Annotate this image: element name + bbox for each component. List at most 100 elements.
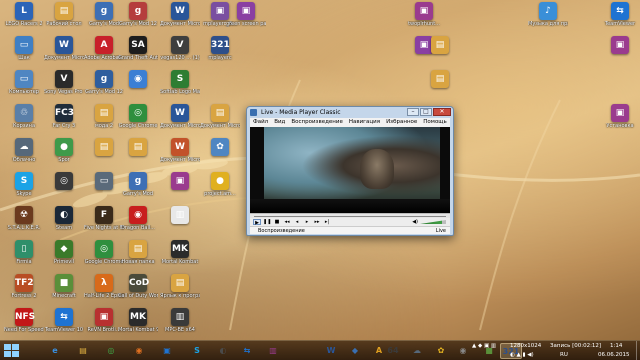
desktop-shortcut[interactable]: WДокумент Microsoft... xyxy=(160,2,200,38)
firefox-icon[interactable]: ◉ xyxy=(128,343,150,359)
speaker-icon[interactable]: ◀) xyxy=(412,219,418,225)
tray-status-icons[interactable]: ◐ ▲ ▮ ◀) xyxy=(510,352,534,358)
desktop-shortcut[interactable]: ▤Документ Microsoft... xyxy=(200,104,240,140)
shortcut-label: Корзина xyxy=(12,123,36,129)
desktop-shortcut[interactable]: ⇆ TeamViewer 10 xyxy=(44,308,84,344)
desktop-shortcut[interactable]: ▤ xyxy=(420,70,460,106)
paint-icon[interactable]: ✿ xyxy=(430,343,452,359)
desktop-shortcut[interactable]: ▣ Установка xyxy=(600,104,640,140)
previous-icon[interactable]: ◂◂ xyxy=(283,219,291,225)
desktop-shortcut[interactable]: MK Mortal Kombat xyxy=(160,240,200,276)
minimize-button[interactable]: – xyxy=(407,108,419,116)
desktop-shortcut[interactable]: ▤ Новая папка xyxy=(118,240,158,276)
chrome-icon[interactable]: ◎ xyxy=(100,343,122,359)
menu-favorites[interactable]: Избранное xyxy=(386,118,417,127)
close-button[interactable]: ✕ xyxy=(433,108,451,116)
desktop-shortcut[interactable]: WДокумент Microsoft... xyxy=(160,104,200,140)
desktop-shortcut[interactable]: ◆ Primevil xyxy=(44,240,84,276)
stalker-icon: ☢ xyxy=(15,206,33,224)
clock-date[interactable]: 06.06.2015 xyxy=(598,352,630,358)
desktop-shortcut[interactable]: ◉ Dragon Ball... xyxy=(118,206,158,242)
steam-icon[interactable]: ◐ xyxy=(212,343,234,359)
forward-icon[interactable]: ▸ xyxy=(303,219,311,225)
desktop-shortcut[interactable]: ✿ xyxy=(200,138,240,174)
winrar-icon[interactable]: ▥ xyxy=(262,343,284,359)
desktop-shortcut[interactable]: ▥ MPC-BE x64 xyxy=(160,308,200,344)
shortcut-label: Google Chrome xyxy=(118,123,158,129)
stop-icon[interactable]: ■ xyxy=(273,219,281,225)
desktop-shortcut[interactable]: ◎ xyxy=(44,172,84,208)
desktop-shortcut[interactable]: ▤ Рабочий стол xyxy=(44,2,84,38)
desktop-shortcut[interactable]: MK Mortal Kombat 9 xyxy=(118,308,158,344)
teamviewer-icon[interactable]: ⇆ xyxy=(236,343,258,359)
desktop-shortcut[interactable]: ◉ xyxy=(118,70,158,106)
desktop-shortcut[interactable]: ▣ twoplrhunt... xyxy=(404,2,444,38)
menu-file[interactable]: Файл xyxy=(253,118,268,127)
desktop-shortcut[interactable]: ● Spor xyxy=(44,138,84,174)
desktop-shortcut[interactable]: ● project.am... xyxy=(200,172,240,208)
clock-time[interactable]: 1:14 xyxy=(610,343,622,349)
play-icon[interactable]: ▶ xyxy=(253,219,261,226)
desktop-shortcut[interactable]: ⇆ TeamViewer xyxy=(600,2,640,38)
language-indicator[interactable]: RU xyxy=(560,352,568,358)
menu-navigate[interactable]: Навигация xyxy=(349,118,380,127)
desktop-shortcut[interactable]: ▤ xyxy=(118,138,158,174)
desktop-shortcut[interactable]: WДокумент Microsoft... xyxy=(44,36,84,72)
desktop-shortcut[interactable]: WДокумент Microsoft... xyxy=(160,138,200,174)
windows-store-icon[interactable]: ▣ xyxy=(156,343,178,359)
desktop-shortcut[interactable]: TF2 Fortress 2 xyxy=(4,274,44,310)
volume-slider[interactable] xyxy=(420,220,446,224)
desktop-shortcut[interactable]: ♲ Корзина xyxy=(4,104,44,140)
desktop-shortcut[interactable]: S Skype xyxy=(4,172,44,208)
seek-bar[interactable] xyxy=(250,213,450,218)
desktop-shortcut[interactable]: FC3 Far Cry 3 xyxy=(44,104,84,140)
desktop-shortcut[interactable]: ▥ xyxy=(160,206,200,242)
video-area[interactable] xyxy=(250,127,450,213)
desktop-shortcut[interactable]: ☢ S.T.A.L.K.E.R. xyxy=(4,206,44,242)
desktop-shortcut[interactable]: ◎ Google Chrome xyxy=(118,104,158,140)
desktop-shortcut[interactable]: SSoftlab Logo Maker Pro xyxy=(160,70,200,106)
media-player-window[interactable]: Live - Media Player Classic – □ ✕ Файл В… xyxy=(246,106,454,236)
desktop-shortcut[interactable]: 321 mplayerc xyxy=(200,36,240,72)
desktop-shortcut[interactable]: ▣ xyxy=(600,36,640,72)
desktop-shortcut[interactable]: g Garry's Mod 12 xyxy=(118,2,158,38)
desktop-shortcut[interactable]: NFSNeed For Speed ... xyxy=(4,308,44,344)
show-desktop-button[interactable] xyxy=(636,341,640,360)
frame-step-icon[interactable]: ▸| xyxy=(323,219,331,225)
menu-play[interactable]: Воспроизведение xyxy=(291,118,342,127)
desktop-shortcut[interactable]: L LEGO Racers 2 xyxy=(4,2,44,38)
pause-icon[interactable]: ❚❚ xyxy=(263,219,271,225)
desktop-shortcut[interactable]: ▯ Firmia xyxy=(4,240,44,276)
desktop-shortcut[interactable]: ▣green screen pack (1) xyxy=(226,2,266,38)
menu-help[interactable]: Помощь xyxy=(423,118,446,127)
desktop-shortcut[interactable]: ◐ Steam xyxy=(44,206,84,242)
ie-icon[interactable]: e xyxy=(44,343,66,359)
desktop-shortcut[interactable]: Vvegas120 ... (1) xyxy=(160,36,200,72)
desktop-shortcut[interactable]: ▭ Компьютер xyxy=(4,70,44,106)
desktop-shortcut[interactable]: ▭ Шак xyxy=(4,36,44,72)
desktop-shortcut[interactable]: ☁ Облачно xyxy=(4,138,44,174)
app-icon[interactable]: ◆ xyxy=(344,343,366,359)
skype-icon[interactable]: S xyxy=(186,343,208,359)
desktop-shortcut[interactable]: ■ Minecraft xyxy=(44,274,84,310)
shortcut-label: mplayerc xyxy=(208,55,232,61)
desktop-shortcut[interactable]: ▤ xyxy=(420,36,460,72)
desktop-shortcut[interactable]: ♪Музыка для праздника... xyxy=(528,2,568,38)
next-icon[interactable]: ▸▸ xyxy=(313,219,321,225)
maximize-button[interactable]: □ xyxy=(420,108,432,116)
desktop-shortcut[interactable]: VSony Vegas Pro 12.0... xyxy=(44,70,84,106)
desktop-shortcut[interactable]: ▣ xyxy=(160,172,200,208)
explorer-icon[interactable]: ▤ xyxy=(72,343,94,359)
cloud-icon[interactable]: ☁ xyxy=(406,343,428,359)
mpc-be-icon[interactable]: 64 xyxy=(382,343,404,359)
title-bar[interactable]: Live - Media Player Classic – □ ✕ xyxy=(247,107,453,118)
desktop-shortcut[interactable]: g Garry's Mod xyxy=(118,172,158,208)
tray-icons[interactable]: ▲ ◆ ▣ ▥ xyxy=(472,343,496,349)
word-icon[interactable]: W xyxy=(320,343,342,359)
desktop-shortcut[interactable]: SAGrand Theft Auto San... xyxy=(118,36,158,72)
desktop-shortcut[interactable]: ▤Ярлык к программе... xyxy=(160,274,200,310)
desktop-shortcut[interactable]: CoDCall of Duty World at War xyxy=(118,274,158,310)
menu-view[interactable]: Вид xyxy=(274,118,285,127)
start-button[interactable] xyxy=(4,344,20,358)
rewind-icon[interactable]: ◂ xyxy=(293,219,301,225)
